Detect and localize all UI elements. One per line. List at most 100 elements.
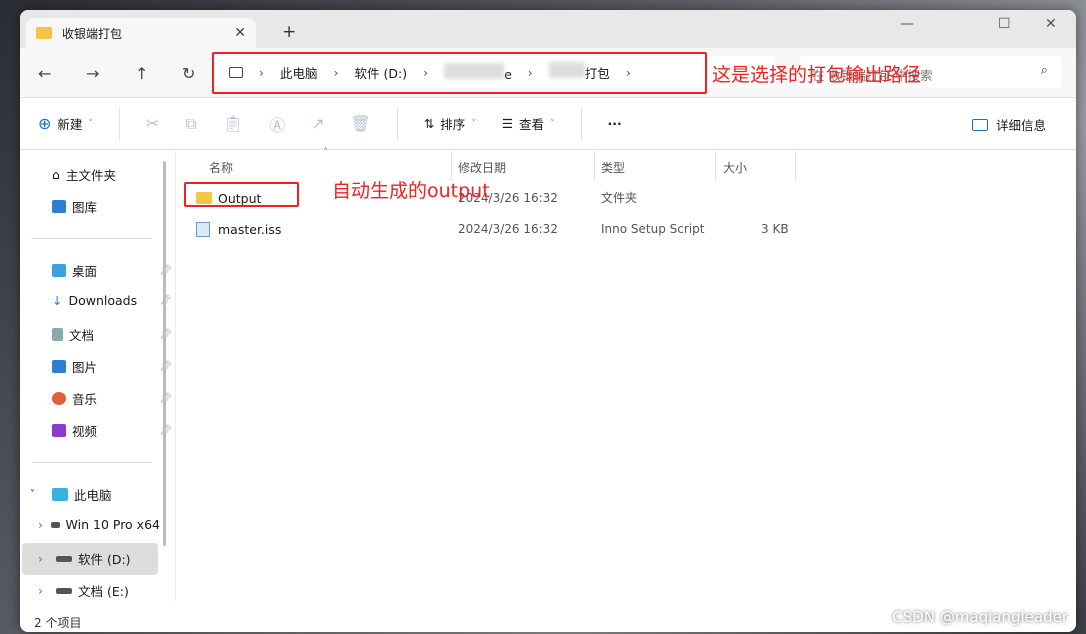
pictures-icon <box>52 360 66 373</box>
sort-icon: ⇅ <box>423 116 435 131</box>
sidebar-label: 图片 <box>72 360 98 375</box>
file-type: 文件夹 <box>601 191 638 205</box>
drive-icon <box>56 587 72 594</box>
file-name: master.iss <box>218 221 282 237</box>
column-header-size[interactable]: 大小 <box>723 159 747 176</box>
document-icon <box>52 328 63 341</box>
maximize-button[interactable]: ☐ <box>998 16 1011 32</box>
tab-bar: 收银端打包 ✕ + — ☐ ✕ <box>20 10 1076 48</box>
item-count: 2 个项目 <box>34 616 82 630</box>
divider <box>795 151 796 181</box>
sidebar-item-videos[interactable]: 视频📌︎ <box>52 421 172 440</box>
divider <box>594 151 595 181</box>
tab-title: 收银端打包 <box>62 26 123 41</box>
sidebar-item-music[interactable]: 音乐📌︎ <box>52 389 172 408</box>
cut-icon[interactable]: ✂ <box>146 114 159 133</box>
divider <box>32 462 152 463</box>
divider <box>396 107 398 140</box>
sidebar-item-gallery[interactable]: 图库 <box>52 197 172 216</box>
tab-close-button[interactable]: ✕ <box>234 25 246 41</box>
sidebar-label: 软件 (D:) <box>78 552 131 567</box>
chevron-right-icon: › <box>38 583 43 598</box>
divider <box>580 107 582 140</box>
sidebar-label: 主文件夹 <box>65 168 116 183</box>
video-icon <box>52 424 66 437</box>
details-label: 详细信息 <box>995 118 1046 133</box>
sidebar-label: 图库 <box>72 200 98 215</box>
details-button[interactable]: 详细信息 <box>971 115 1046 134</box>
file-modified: 2024/3/26 16:32 <box>458 222 558 236</box>
sidebar-label: 文档 (E:) <box>78 584 129 599</box>
command-bar: ⊕ 新建 ˅ ✂ ⧉ 📋︎ Ⓐ ↗ 🗑︎ ⇅ 排序 ˅ ☰ 查看 ˅ ··· 详细信息 <box>20 98 1076 150</box>
sidebar-item-drive-e[interactable]: › 文档 (E:) <box>38 581 158 600</box>
file-size: 3 KB <box>761 222 789 236</box>
download-icon: ↓ <box>52 293 63 308</box>
details-pane-icon <box>971 118 988 131</box>
sidebar-item-drive-c[interactable]: › Win 10 Pro x64 <box>38 517 160 532</box>
forward-button[interactable]: → <box>86 64 99 83</box>
new-label: 新建 <box>57 117 83 132</box>
chevron-right-icon: › <box>38 517 43 532</box>
copy-icon[interactable]: ⧉ <box>185 114 196 134</box>
drive-icon <box>56 555 72 562</box>
divider <box>32 238 152 239</box>
sort-button[interactable]: ⇅ 排序 ˅ <box>424 114 476 133</box>
file-row[interactable]: master.iss 2024/3/26 16:32 Inno Setup Sc… <box>196 215 796 243</box>
search-icon: ⌕ <box>1040 63 1048 78</box>
sidebar-item-this-pc[interactable]: ˅ 此电脑 <box>30 485 150 504</box>
divider <box>118 107 120 140</box>
sidebar-label: 此电脑 <box>74 488 112 503</box>
annotation-output: 自动生成的output <box>332 180 490 202</box>
sidebar-item-drive-d[interactable]: › 软件 (D:) <box>38 549 158 568</box>
share-icon[interactable]: ↗ <box>311 114 324 133</box>
sidebar-label: 音乐 <box>72 392 98 407</box>
more-button[interactable]: ··· <box>608 116 622 131</box>
sidebar-item-pictures[interactable]: 图片📌︎ <box>52 357 172 376</box>
sidebar-label: 文档 <box>69 328 95 343</box>
watermark: CSDN @maqiangleader <box>892 608 1068 626</box>
view-label: 查看 <box>519 117 545 132</box>
chevron-down-icon: ˅ <box>30 489 35 500</box>
new-tab-button[interactable]: + <box>282 22 296 42</box>
divider <box>715 151 716 181</box>
desktop-icon <box>52 264 66 277</box>
sidebar-item-downloads[interactable]: ↓Downloads📌︎ <box>52 293 172 308</box>
back-button[interactable]: ← <box>38 64 51 83</box>
home-icon: ⌂ <box>52 167 60 182</box>
navigation-pane: ⌂主文件夹 图库 桌面📌︎ ↓Downloads📌︎ 文档📌︎ 图片📌︎ 音乐📌… <box>20 151 172 601</box>
sort-arrow-icon: ˄ <box>323 147 328 158</box>
chevron-right-icon: › <box>38 551 43 566</box>
rename-icon[interactable]: Ⓐ <box>269 112 285 136</box>
annotation-path: 这是选择的打包输出路径 <box>712 64 922 86</box>
tab-active[interactable]: 收银端打包 ✕ <box>26 18 256 48</box>
gallery-icon <box>52 200 66 213</box>
file-type: Inno Setup Script <box>601 222 705 236</box>
close-button[interactable]: ✕ <box>1045 16 1057 32</box>
delete-icon[interactable]: 🗑︎ <box>351 114 371 133</box>
sidebar-item-desktop[interactable]: 桌面📌︎ <box>52 261 172 280</box>
music-icon <box>52 392 66 405</box>
annotation-box-output <box>184 182 299 207</box>
minimize-button[interactable]: — <box>900 16 914 32</box>
sidebar-scrollbar[interactable] <box>163 161 166 546</box>
sidebar-item-home[interactable]: ⌂ 主文件夹 <box>52 165 172 184</box>
file-explorer-window: 收银端打包 ✕ + — ☐ ✕ ← → ↑ ↻ › 此电脑 › 软件 (D:) … <box>20 10 1076 632</box>
view-icon: ☰ <box>501 116 514 131</box>
script-file-icon <box>196 221 210 237</box>
view-button[interactable]: ☰ 查看 ˅ <box>502 114 555 133</box>
sidebar-label: Downloads <box>68 293 138 308</box>
new-button[interactable]: ⊕ 新建 ˅ <box>38 114 93 133</box>
sidebar-item-documents[interactable]: 文档📌︎ <box>52 325 172 344</box>
plus-circle-icon: ⊕ <box>38 114 52 133</box>
column-header-type[interactable]: 类型 <box>601 159 625 176</box>
paste-icon[interactable]: 📋︎ <box>223 114 243 133</box>
computer-icon <box>52 488 68 501</box>
sidebar-label: 桌面 <box>72 264 98 279</box>
sort-label: 排序 <box>440 117 466 132</box>
sidebar-label: Win 10 Pro x64 <box>65 517 160 532</box>
up-button[interactable]: ↑ <box>135 64 148 83</box>
column-header-modified[interactable]: 修改日期 <box>458 159 506 176</box>
column-header-name[interactable]: 名称 <box>209 159 233 176</box>
annotation-box-path <box>212 52 707 94</box>
refresh-button[interactable]: ↻ <box>182 64 195 83</box>
